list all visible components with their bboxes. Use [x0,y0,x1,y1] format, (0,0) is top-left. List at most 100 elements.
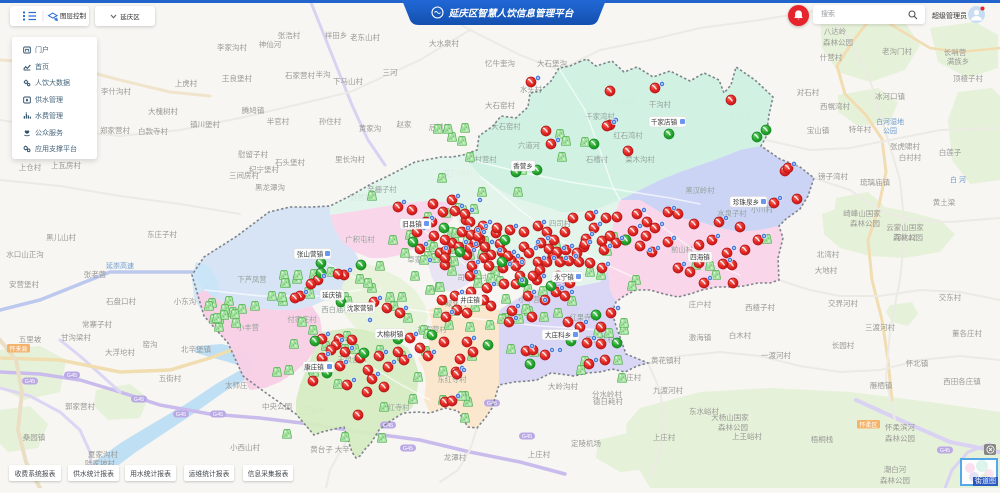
svg-text:顶楂子村: 顶楂子村 [953,73,983,83]
svg-text:长园村: 长园村 [832,340,855,350]
svg-text:赵家: 赵家 [397,119,412,129]
svg-text:老东山村: 老东山村 [350,32,380,42]
svg-text:千家湾村: 千家湾村 [585,112,615,121]
svg-text:八达岭: 八达岭 [824,26,847,36]
svg-text:怀北镇: 怀北镇 [906,358,929,368]
svg-text:宝山镇: 宝山镇 [807,125,830,135]
svg-text:千家店镇: 千家店镇 [651,118,678,127]
svg-text:小西山村: 小西山村 [230,442,260,452]
svg-text:G45: G45 [522,434,532,440]
svg-text:德日耗村: 德日耗村 [593,396,623,406]
svg-text:交东村: 交东村 [939,292,962,302]
svg-text:忆牛奎沟: 忆牛奎沟 [485,58,515,68]
svg-text:五街村: 五街村 [159,373,182,383]
svg-text:大石窑村: 大石窑村 [485,100,515,110]
svg-text:井庄镇: 井庄镇 [460,296,480,305]
svg-text:水泉子村: 水泉子村 [717,209,747,218]
svg-text:张浩村: 张浩村 [278,30,301,40]
svg-text:西楂子村: 西楂子村 [745,302,775,312]
svg-text:九渡河村: 九渡河村 [653,385,683,395]
svg-text:G45: G45 [213,412,223,418]
svg-text:石家营村: 石家营村 [285,70,315,80]
svg-text:云蒙山国家: 云蒙山国家 [886,222,924,232]
svg-text:定陵机场: 定陵机场 [571,438,601,448]
svg-text:G45: G45 [134,397,144,403]
svg-text:森林公园: 森林公园 [823,37,853,47]
svg-text:慰留子村: 慰留子村 [238,149,268,159]
svg-text:森林公园: 森林公园 [893,232,923,242]
svg-text:怀来县: 怀来县 [9,345,27,353]
svg-text:中央公园: 中央公园 [262,401,292,411]
svg-text:大庄科乡: 大庄科乡 [545,331,571,340]
svg-text:上王峪村: 上王峪村 [732,431,762,441]
svg-text:冰河口镇: 冰河口镇 [875,91,905,101]
svg-text:G45: G45 [67,373,77,379]
svg-text:怀柔滨河: 怀柔滨河 [885,422,915,432]
svg-text:白河湿地: 白河湿地 [876,117,904,126]
svg-text:广积屯村: 广积屯村 [345,235,375,244]
svg-text:白木村: 白木村 [729,330,752,340]
svg-text:激海镇: 激海镇 [689,332,712,342]
svg-text:桑园镇: 桑园镇 [23,432,46,442]
svg-text:张虎啸村: 张虎啸村 [890,141,920,151]
svg-text:祥田乡: 祥田乡 [325,30,348,40]
svg-text:菜木沟村: 菜木沟村 [625,155,655,164]
svg-text:五里坡: 五里坡 [19,334,42,344]
svg-text:G45: G45 [403,446,413,452]
svg-text:大石窑村: 大石窑村 [491,122,521,131]
svg-text:白莲子: 白莲子 [939,147,962,157]
svg-text:安营堡村: 安营堡村 [9,279,39,289]
svg-text:珍珠泉乡: 珍珠泉乡 [733,198,759,207]
svg-text:六道河: 六道河 [518,141,541,150]
svg-text:雁栖镇: 雁栖镇 [870,380,893,390]
svg-text:石槽村: 石槽村 [586,155,609,164]
svg-text:李家沟村: 李家沟村 [217,42,247,52]
svg-text:延庆镇: 延庆镇 [322,291,342,300]
svg-text:孙住村: 孙住村 [319,116,342,126]
svg-text:G45: G45 [383,423,393,429]
svg-text:旧县镇: 旧县镇 [402,220,422,229]
svg-text:北湾村: 北湾村 [817,249,840,259]
svg-text:李什沟村: 李什沟村 [101,86,131,96]
svg-text:森林公园: 森林公园 [718,422,748,432]
svg-text:大杨山国家: 大杨山国家 [711,412,749,422]
svg-text:一渡河村: 一渡河村 [761,350,791,360]
svg-text:神仙河: 神仙河 [259,39,282,49]
svg-text:对石村: 对石村 [797,87,820,97]
svg-text:三渡河村: 三渡河村 [865,322,895,332]
svg-text:大槐树村: 大槐树村 [148,106,178,116]
svg-text:特年村: 特年村 [849,124,872,134]
svg-text:大浮坨村: 大浮坨村 [105,347,135,357]
svg-text:森林公园: 森林公园 [850,218,880,228]
svg-text:黑儿山村: 黑儿山村 [46,232,76,242]
svg-text:常寨子村: 常寨子村 [82,319,112,329]
svg-text:长哨营: 长哨营 [944,47,967,57]
svg-text:森林公园: 森林公园 [880,475,910,485]
svg-text:庄户村: 庄户村 [689,299,712,309]
svg-text:王良堡村: 王良堡村 [222,73,252,83]
svg-text:上庄村: 上庄村 [653,432,676,442]
svg-text:公园: 公园 [883,127,897,135]
svg-text:半沟: 半沟 [316,69,331,79]
svg-text:梧桐栈: 梧桐栈 [811,434,834,444]
svg-text:纪宁堡村: 纪宁堡村 [249,164,279,174]
svg-text:大岭沟村: 大岭沟村 [548,381,578,391]
svg-text:潮白河: 潮白河 [884,464,907,474]
svg-text:森林公园: 森林公园 [885,433,915,443]
svg-text:康庄镇: 康庄镇 [304,363,324,372]
svg-text:琉璃庙镇: 琉璃庙镇 [860,177,890,187]
svg-text:延庆区智慧人饮信息管理平台: 延庆区智慧人饮信息管理平台 [448,7,575,19]
svg-text:大地村: 大地村 [815,265,838,275]
svg-text:延崇高速: 延崇高速 [106,261,134,270]
svg-text:什营村: 什营村 [820,52,843,62]
svg-text:夏家沟村: 夏家沟村 [88,449,118,459]
svg-text:黑龙潭沟: 黑龙潭沟 [255,182,285,192]
svg-text:水口山正沟: 水口山正沟 [6,249,44,259]
svg-text:上仓村: 上仓村 [19,162,42,172]
svg-text:干沟村: 干沟村 [649,100,672,109]
svg-text:大水泉村: 大水泉村 [429,38,459,48]
svg-text:大榆树镇: 大榆树镇 [377,330,404,339]
svg-text:图层控制: 图层控制 [60,11,87,20]
svg-text:石头堡村: 石头堡村 [275,157,305,167]
svg-text:黄台子 大辛: 黄台子 大辛 [310,444,350,454]
